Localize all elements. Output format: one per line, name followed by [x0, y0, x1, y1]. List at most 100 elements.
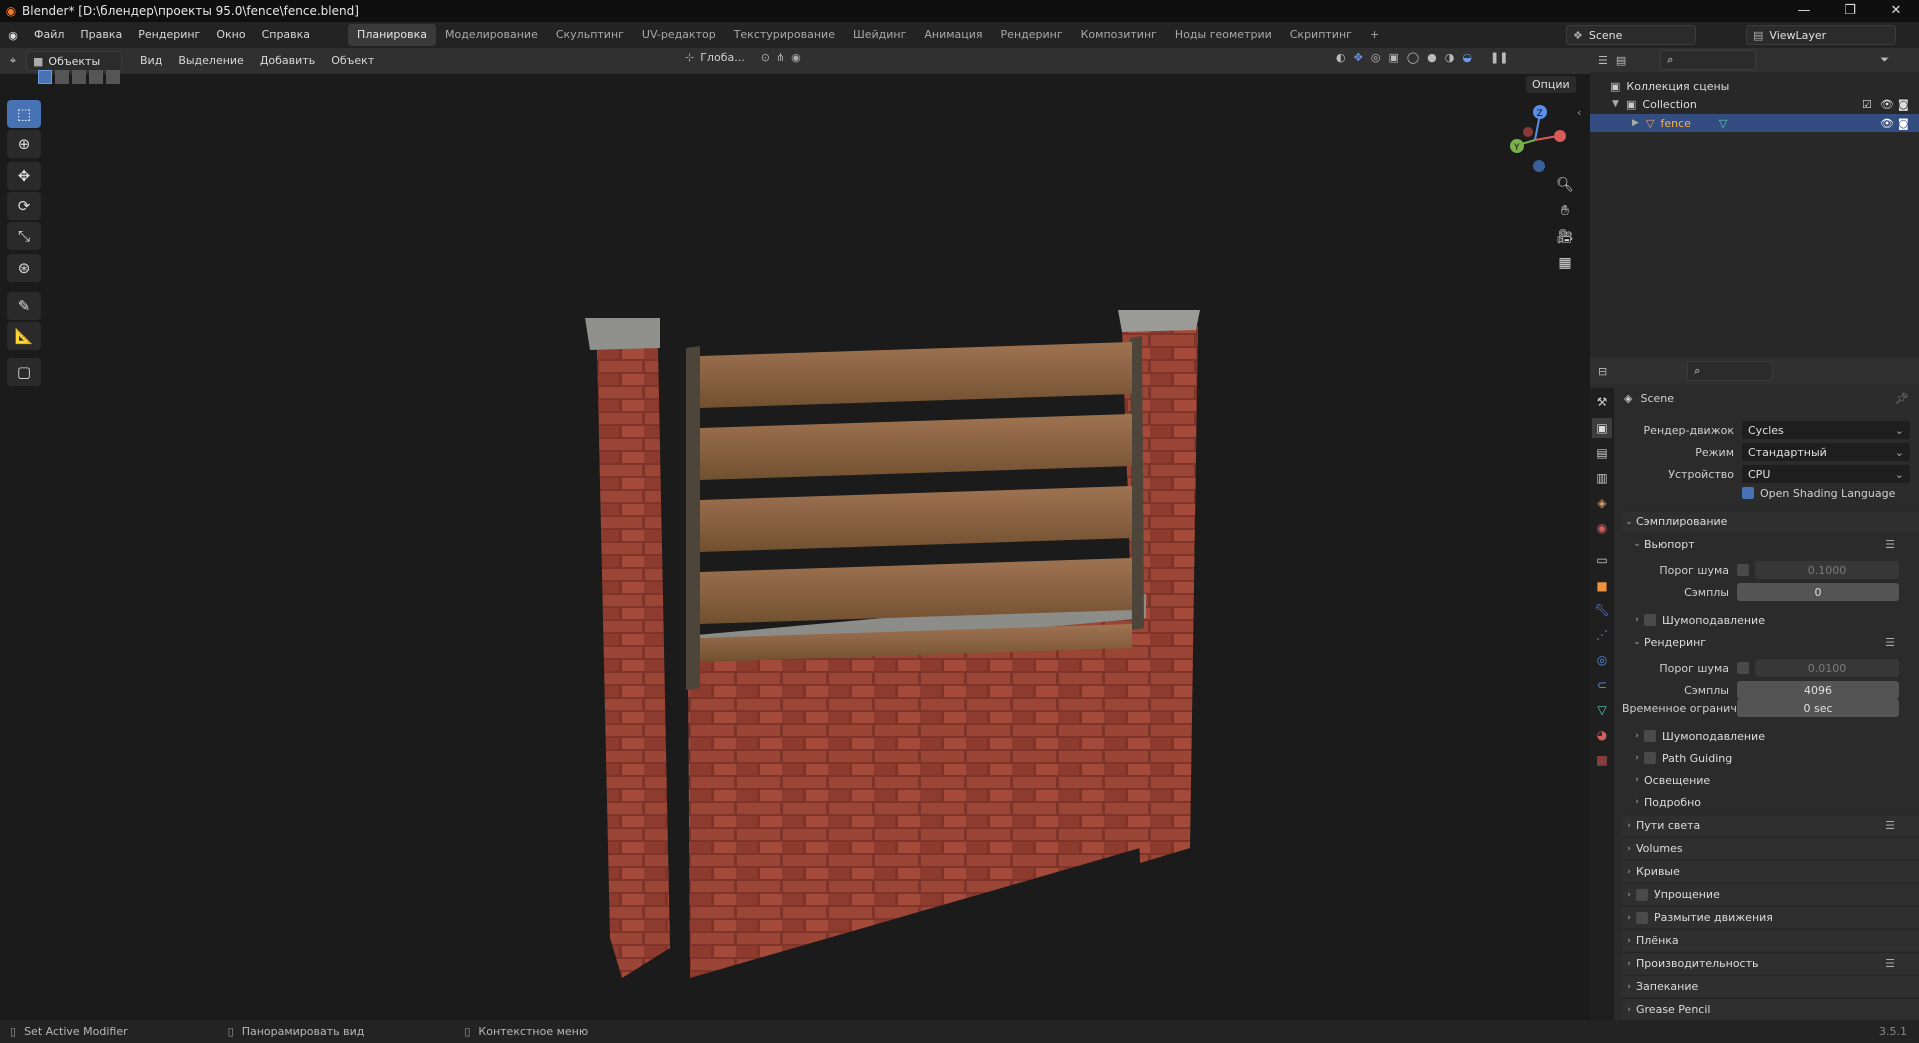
object-visibility-icon[interactable]: 👁︎ [1880, 117, 1894, 130]
light-paths-list-icon[interactable]: ☰ [1885, 819, 1895, 832]
select-subtract-icon[interactable] [72, 70, 86, 84]
navigation-gizmo[interactable]: Z Y [1500, 100, 1570, 180]
select-box-tool[interactable]: ⬚ [7, 100, 41, 128]
scene-selector[interactable]: ❖ Scene [1566, 25, 1696, 45]
r-samples-field[interactable]: 4096 [1737, 681, 1899, 699]
menu-select[interactable]: Выделение [170, 48, 252, 74]
vp-noise-checkbox[interactable] [1737, 564, 1749, 576]
outliner-row-fence[interactable]: ▶ ▽ fence ▽ 👁︎ ◙ [1590, 114, 1919, 132]
add-cube-tool[interactable]: ▢ [7, 358, 41, 386]
render-preset-list-icon[interactable]: ☰ [1885, 636, 1895, 649]
vp-samples-field[interactable]: 0 [1737, 583, 1899, 601]
pause-render-icon[interactable]: ❚❚ [1490, 51, 1508, 64]
menu-add[interactable]: Добавить [252, 48, 323, 74]
panel-bake[interactable]: › Запекание [1622, 975, 1919, 997]
performance-list-icon[interactable]: ☰ [1885, 957, 1895, 970]
pivot-icon[interactable]: ⊙ [761, 51, 770, 64]
output-tab-icon[interactable]: ▤ [1592, 443, 1612, 463]
exclude-checkbox-icon[interactable]: ☑ [1862, 98, 1872, 111]
subpanel-lights[interactable]: › Освещение [1630, 770, 1919, 790]
overlay-toggle-icon[interactable]: ◎ [1371, 51, 1381, 64]
maximize-button[interactable]: ❐ [1827, 0, 1873, 22]
tab-shading[interactable]: Шейдинг [844, 24, 915, 46]
filter-icon[interactable]: ⏷ [1880, 53, 1889, 67]
data-tab-icon[interactable]: ▽ [1592, 700, 1612, 720]
tab-compositing[interactable]: Композитинг [1072, 24, 1166, 46]
outliner-row-scene-collection[interactable]: ▣ Коллекция сцены [1590, 77, 1919, 95]
menu-edit[interactable]: Правка [72, 22, 130, 48]
subpanel-r-denoise[interactable]: › Шумоподавление [1630, 726, 1919, 746]
select-intersect-icon[interactable] [106, 70, 120, 84]
object-tab-icon[interactable]: ■ [1592, 576, 1612, 596]
xray-icon[interactable]: ▣ [1388, 51, 1398, 64]
panel-simplify[interactable]: › Упрощение [1622, 883, 1919, 905]
feature-set-dropdown[interactable]: Стандартный ⌄ [1742, 443, 1910, 461]
motion-blur-checkbox[interactable] [1636, 911, 1648, 924]
tab-texture-paint[interactable]: Текстурирование [725, 24, 844, 46]
subpanel-path-guiding[interactable]: › Path Guiding [1630, 748, 1919, 768]
constraints-tab-icon[interactable]: ⊂ [1592, 675, 1612, 695]
world-tab-icon[interactable]: ◉ [1592, 518, 1612, 538]
material-shading-icon[interactable]: ◑ [1445, 51, 1455, 64]
mode-selector[interactable]: ■ Объекты [26, 51, 122, 71]
collection-render-icon[interactable]: ◙ [1898, 98, 1909, 111]
path-guiding-checkbox[interactable] [1644, 752, 1656, 764]
view-layer-selector[interactable]: ▤ ViewLayer [1746, 25, 1896, 45]
tab-layout[interactable]: Планировка [348, 24, 437, 46]
subpanel-render[interactable]: ⌄ Рендеринг ☰ [1630, 632, 1919, 652]
measure-tool[interactable]: 📐 [7, 322, 41, 350]
solid-shading-icon[interactable]: ● [1427, 51, 1437, 64]
transform-tool[interactable]: ⊛ [7, 254, 41, 282]
close-button[interactable]: ✕ [1873, 0, 1919, 22]
scale-tool[interactable]: ⤡ [7, 222, 41, 250]
panel-light-paths[interactable]: › Пути света ☰ [1622, 814, 1919, 836]
select-extend-icon[interactable] [55, 70, 69, 84]
panel-performance[interactable]: › Производительность ☰ [1622, 952, 1919, 974]
time-limit-field[interactable]: 0 sec [1737, 699, 1899, 717]
camera-view-icon[interactable]: 🎥︎ [1554, 226, 1576, 248]
tab-scripting[interactable]: Скриптинг [1281, 24, 1361, 46]
panel-volumes[interactable]: › Volumes [1622, 837, 1919, 859]
pin-icon[interactable]: 📌︎ [1895, 392, 1909, 405]
render-tab-icon[interactable]: ▣ [1592, 418, 1612, 438]
select-invert-icon[interactable] [89, 70, 103, 84]
tool-tab-icon[interactable]: ⚒ [1592, 392, 1612, 412]
material-tab-icon[interactable]: ◕ [1592, 725, 1612, 745]
rendered-shading-icon[interactable]: ◒ [1462, 51, 1472, 64]
options-dropdown[interactable]: Опции [1526, 76, 1576, 93]
view-layer-tab-icon[interactable]: ▥ [1592, 468, 1612, 488]
tab-uv-editing[interactable]: UV-редактор [633, 24, 725, 46]
expand-object-icon[interactable]: ▶ [1632, 118, 1646, 128]
panel-motion-blur[interactable]: › Размытие движения [1622, 906, 1919, 928]
panel-curves[interactable]: › Кривые [1622, 860, 1919, 882]
simplify-checkbox[interactable] [1636, 888, 1648, 901]
cursor-tool[interactable]: ⊕ [7, 130, 41, 158]
outliner-row-collection[interactable]: ▼ ▣ Collection ☑ 👁︎ ◙ [1590, 95, 1919, 113]
blender-menu-icon[interactable]: ◉ [0, 29, 26, 42]
particles-tab-icon[interactable]: ⋰ [1592, 625, 1612, 645]
menu-window[interactable]: Окно [208, 22, 253, 48]
snap-icon[interactable]: ⋔ [776, 51, 785, 64]
texture-tab-icon[interactable]: ▩ [1592, 750, 1612, 770]
orientation-dropdown[interactable]: Глоба... [700, 51, 744, 64]
outliner-type-icon[interactable]: ☰ [1598, 54, 1608, 67]
vp-denoise-checkbox[interactable] [1644, 614, 1656, 626]
r-denoise-checkbox[interactable] [1644, 730, 1656, 742]
r-noise-threshold-field[interactable]: 0.0100 [1755, 659, 1899, 677]
osl-checkbox[interactable] [1742, 487, 1754, 499]
tab-sculpting[interactable]: Скульптинг [547, 24, 633, 46]
render-engine-dropdown[interactable]: Cycles ⌄ [1742, 421, 1910, 439]
expand-collection-icon[interactable]: ▼ [1612, 99, 1626, 109]
select-new-icon[interactable] [38, 70, 52, 84]
device-dropdown[interactable]: CPU ⌄ [1742, 465, 1910, 483]
tab-rendering[interactable]: Рендеринг [992, 24, 1072, 46]
rotate-tool[interactable]: ⟳ [7, 192, 41, 220]
subpanel-advanced[interactable]: › Подробно [1630, 792, 1919, 812]
panel-grease-pencil[interactable]: › Grease Pencil [1622, 998, 1919, 1020]
tab-animation[interactable]: Анимация [915, 24, 991, 46]
menu-view[interactable]: Вид [132, 48, 170, 74]
editor-type-icon[interactable]: ⌖ [0, 54, 26, 68]
annotate-tool[interactable]: ✎ [7, 292, 41, 320]
properties-type-icon[interactable]: ⊟ [1598, 365, 1607, 378]
add-workspace-icon[interactable]: + [1361, 24, 1388, 46]
